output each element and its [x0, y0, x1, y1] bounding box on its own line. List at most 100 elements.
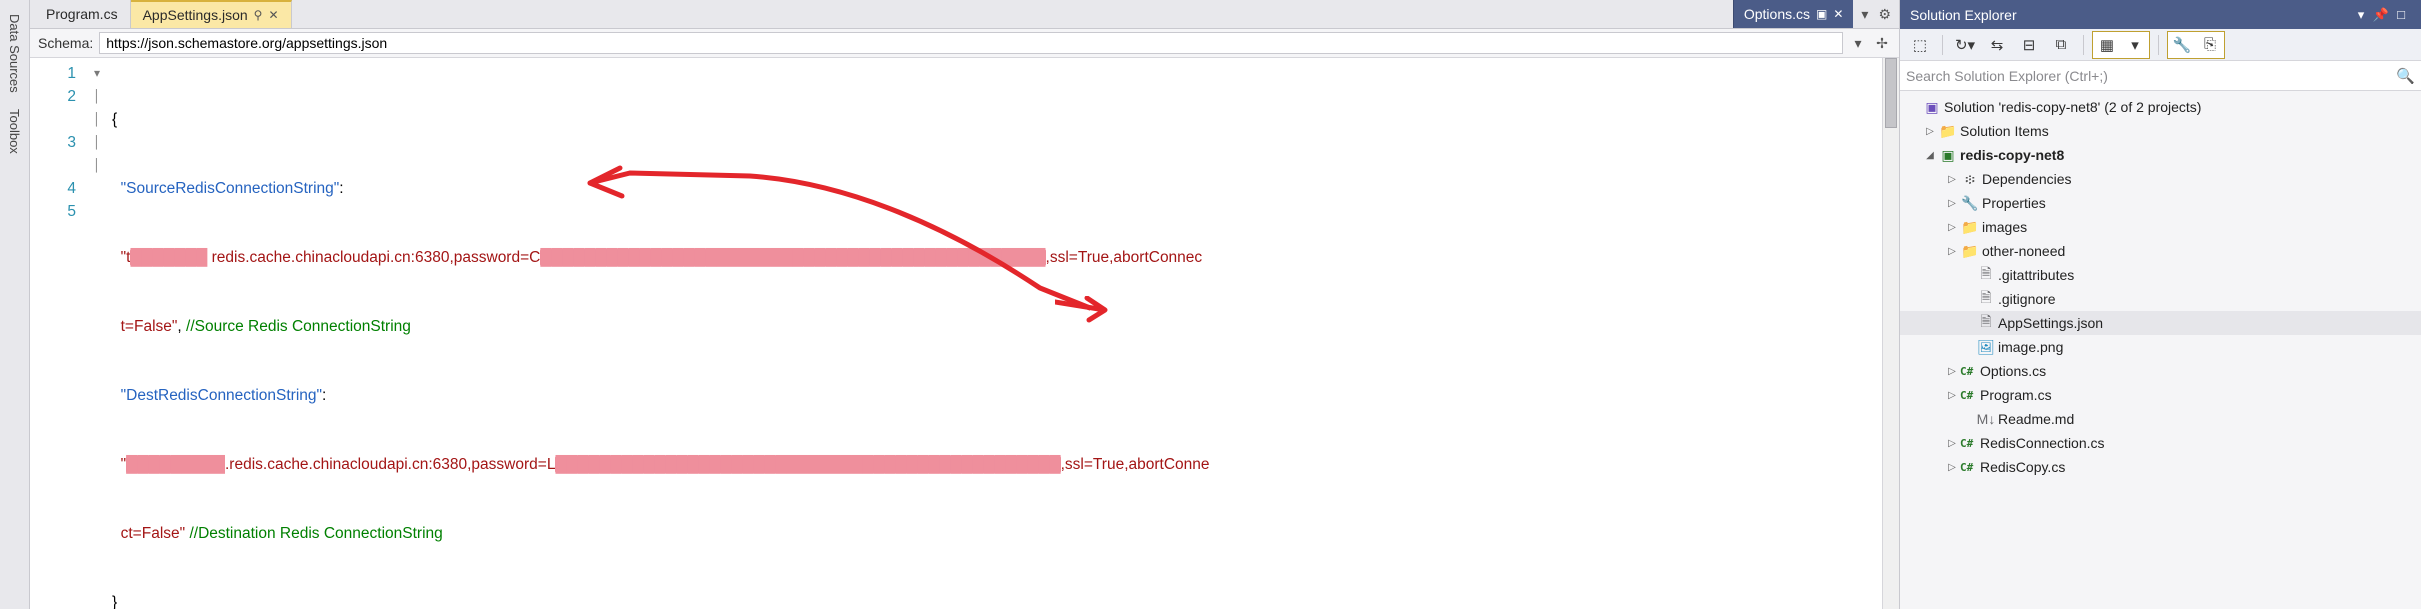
dependencies-icon: ፨ [1960, 171, 1980, 188]
tree-node-readme-md[interactable]: M↓ Readme.md [1900, 407, 2421, 431]
tree-node-image-png[interactable]: 🖼 image.png [1900, 335, 2421, 359]
tabstrip-tools: ▾ ⚙ [1853, 0, 1899, 28]
solution-tree[interactable]: ▣ Solution 'redis-copy-net8' (2 of 2 pro… [1900, 91, 2421, 609]
switch-views-icon[interactable]: ↻▾ [1951, 32, 1979, 58]
gear-icon[interactable]: ⚙ [1878, 6, 1891, 23]
promote-tab-icon[interactable]: ▣ [1816, 7, 1827, 21]
rail-data-sources[interactable]: Data Sources [7, 6, 22, 101]
vertical-scrollbar[interactable] [1882, 58, 1899, 609]
search-input[interactable] [1906, 68, 2396, 84]
search-icon[interactable]: 🔍 [2396, 67, 2415, 85]
panel-title-text: Solution Explorer [1910, 7, 2017, 23]
expander-icon[interactable] [1944, 462, 1960, 473]
tree-label: other-noneed [1980, 243, 2065, 259]
tree-node-other-noneed-folder[interactable]: 📁 other-noneed [1900, 239, 2421, 263]
auto-hide-pin-icon[interactable]: 📌 [2371, 7, 2391, 23]
pending-changes-filter-icon[interactable]: ⇆ [1983, 32, 2011, 58]
rail-toolbox[interactable]: Toolbox [7, 101, 22, 162]
scrollbar-thumb[interactable] [1885, 58, 1897, 128]
expander-icon[interactable] [1922, 150, 1938, 161]
tab-label: AppSettings.json [143, 7, 248, 23]
tree-label: Program.cs [1978, 387, 2052, 403]
tab-label: Options.cs [1744, 6, 1810, 22]
tree-node-images-folder[interactable]: 📁 images [1900, 215, 2421, 239]
tree-label: Properties [1980, 195, 2046, 211]
csharp-file-icon: C# [1960, 437, 1978, 450]
tree-label: images [1980, 219, 2027, 235]
tree-node-gitignore[interactable]: 🗎 .gitignore [1900, 287, 2421, 311]
code-content[interactable]: { "SourceRedisConnectionString": "t█████… [106, 58, 1882, 609]
fold-column: ▾ ││││ [88, 58, 106, 609]
csharp-project-icon: ▣ [1938, 147, 1958, 164]
tree-label: RedisCopy.cs [1978, 459, 2065, 475]
maximize-icon[interactable]: □ [2391, 7, 2411, 22]
tree-label: .gitattributes [1996, 267, 2074, 283]
pin-icon[interactable]: ⚲ [254, 8, 263, 22]
expander-icon[interactable] [1944, 174, 1960, 185]
folder-icon: 📁 [1938, 123, 1958, 140]
expander-icon[interactable] [1944, 438, 1960, 449]
tree-node-program-cs[interactable]: C# Program.cs [1900, 383, 2421, 407]
solution-explorer-toolbar: ⬚ ↻▾ ⇆ ⊟ ⧉ ▦ ▾ 🔧 ⎘ [1900, 29, 2421, 61]
wrench-icon: 🔧 [1960, 195, 1980, 212]
expander-icon[interactable] [1922, 126, 1938, 137]
collapse-all-icon[interactable]: ⧉ [2047, 32, 2075, 58]
tree-label: Solution Items [1958, 123, 2049, 139]
schema-label: Schema: [38, 35, 93, 51]
split-editor-icon[interactable]: ✢ [1873, 35, 1891, 52]
image-file-icon: 🖼 [1976, 339, 1996, 356]
json-key-dest: "DestRedisConnectionString" [121, 387, 322, 404]
tree-node-rediscopy-cs[interactable]: C# RedisCopy.cs [1900, 455, 2421, 479]
solution-explorer-panel: Solution Explorer ▾ 📌 □ ⬚ ↻▾ ⇆ ⊟ ⧉ ▦ ▾ 🔧… [1899, 0, 2421, 609]
tree-node-appsettings-json[interactable]: 🗎 AppSettings.json [1900, 311, 2421, 335]
tree-label: Solution 'redis-copy-net8' (2 of 2 proje… [1942, 99, 2201, 115]
document-tabstrip: Program.cs AppSettings.json ⚲ ✕ Options.… [30, 0, 1899, 29]
tree-node-gitattributes[interactable]: 🗎 .gitattributes [1900, 263, 2421, 287]
tree-label: Readme.md [1996, 411, 2074, 427]
show-all-files-icon[interactable]: ▦ [2093, 32, 2121, 58]
close-icon[interactable]: ✕ [1833, 7, 1843, 21]
expander-icon[interactable] [1944, 246, 1960, 257]
tree-node-redisconnection-cs[interactable]: C# RedisConnection.cs [1900, 431, 2421, 455]
csharp-file-icon: C# [1960, 365, 1978, 378]
preview-selected-icon[interactable]: ⎘ [2196, 32, 2224, 58]
markdown-file-icon: M↓ [1976, 411, 1996, 427]
tree-node-solution-items[interactable]: 📁 Solution Items [1900, 119, 2421, 143]
folder-icon: 📁 [1960, 243, 1980, 260]
tab-appsettings-json[interactable]: AppSettings.json ⚲ ✕ [131, 0, 292, 28]
expander-icon[interactable] [1944, 222, 1960, 233]
tab-label: Program.cs [46, 6, 118, 22]
tree-label: image.png [1996, 339, 2063, 355]
tree-label: .gitignore [1996, 291, 2056, 307]
tab-options-cs-preview[interactable]: Options.cs ▣ ✕ [1733, 0, 1854, 28]
window-menu-icon[interactable]: ▾ [2351, 7, 2371, 23]
sync-with-active-icon[interactable]: ⊟ [2015, 32, 2043, 58]
redacted-text: ███████ [130, 249, 207, 266]
expander-icon[interactable] [1944, 366, 1960, 377]
tab-program-cs[interactable]: Program.cs [34, 0, 131, 28]
json-key-source: "SourceRedisConnectionString" [121, 180, 340, 197]
home-icon[interactable]: ⬚ [1906, 32, 1934, 58]
code-editor[interactable]: 1 2 3 4 5 ▾ ││││ { "SourceRedisConnectio… [30, 58, 1899, 609]
brace-close: } [112, 594, 117, 609]
tree-node-solution[interactable]: ▣ Solution 'redis-copy-net8' (2 of 2 pro… [1900, 95, 2421, 119]
tree-label: Dependencies [1980, 171, 2072, 187]
expander-icon[interactable] [1944, 390, 1960, 401]
tree-label: Options.cs [1978, 363, 2046, 379]
close-icon[interactable]: ✕ [268, 8, 278, 22]
tree-node-dependencies[interactable]: ፨ Dependencies [1900, 167, 2421, 191]
schema-dropdown-icon[interactable]: ▾ [1849, 35, 1867, 52]
tab-overflow-menu[interactable]: ▾ [1861, 6, 1868, 23]
properties-icon[interactable]: 🔧 [2168, 32, 2196, 58]
redacted-text: ████████████████████████████████████████… [540, 249, 1045, 266]
tree-node-project[interactable]: ▣ redis-copy-net8 [1900, 143, 2421, 167]
file-icon: 🗎 [1976, 287, 1996, 311]
file-icon: 🗎 [1976, 263, 1996, 287]
left-tool-rail: Data Sources Toolbox [0, 0, 30, 609]
tree-label: redis-copy-net8 [1958, 147, 2064, 163]
tree-node-options-cs[interactable]: C# Options.cs [1900, 359, 2421, 383]
schema-url-input[interactable] [99, 32, 1843, 54]
view-dropdown-icon[interactable]: ▾ [2121, 32, 2149, 58]
expander-icon[interactable] [1944, 198, 1960, 209]
tree-node-properties[interactable]: 🔧 Properties [1900, 191, 2421, 215]
